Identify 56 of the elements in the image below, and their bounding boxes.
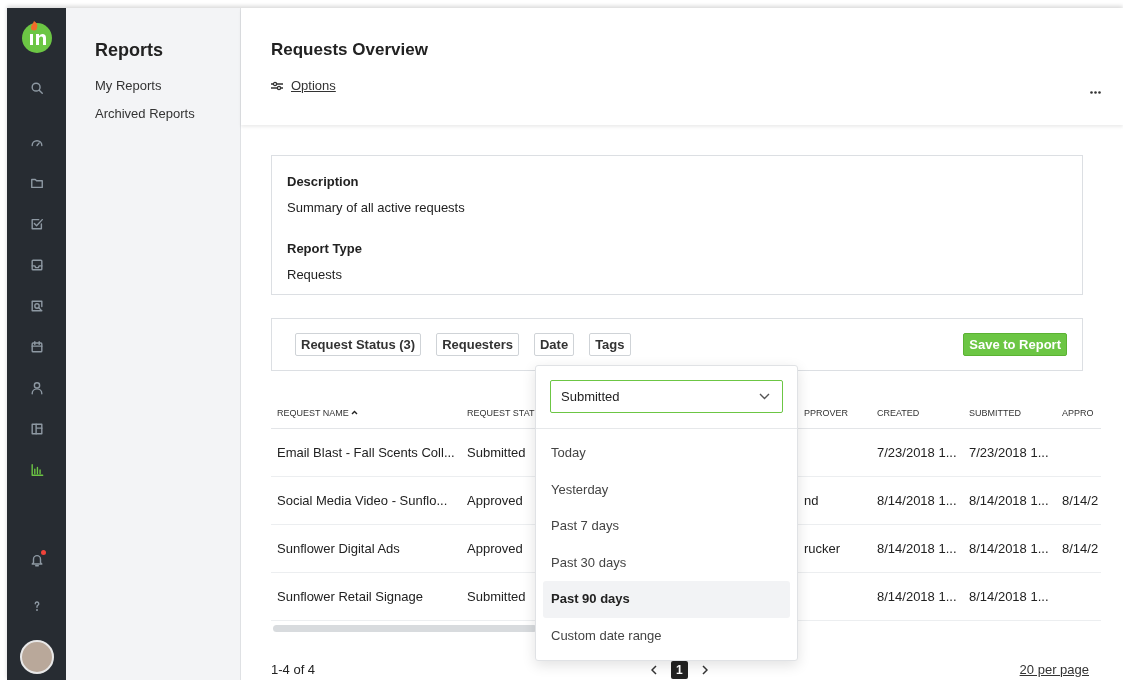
sidebar-link[interactable]: Archived Reports — [95, 104, 240, 124]
table-cell: rucker — [804, 540, 841, 556]
table-cell: 8/14/2018 1... — [969, 588, 1049, 604]
menu-option[interactable]: Yesterday — [543, 471, 790, 508]
table-cell: 8/14/2 — [1062, 540, 1099, 556]
column-header[interactable]: CREATED — [877, 407, 920, 418]
table-cell: Approved — [467, 540, 523, 556]
page-title: Requests Overview — [271, 40, 429, 61]
table-cell: 8/14/2 — [1062, 492, 1099, 508]
previous-page-icon[interactable] — [651, 664, 657, 675]
logo-icon[interactable] — [20, 20, 53, 54]
column-header[interactable]: APPRO — [1062, 407, 1094, 418]
table-cell: 7/23/2018 1... — [877, 444, 957, 460]
menu-option[interactable]: Past 30 days — [543, 544, 790, 581]
avatar[interactable] — [19, 640, 54, 674]
section-label: Description — [287, 173, 360, 191]
table-cell: 8/14/2018 1... — [877, 540, 957, 556]
table-cell: 7/23/2018 1... — [969, 444, 1049, 460]
table-cell: Email Blast - Fall Scents Coll... — [277, 444, 455, 460]
section-label: Report Type — [287, 240, 363, 258]
horizontal-scrollbar[interactable] — [273, 625, 537, 632]
sidebar-link[interactable]: My Reports — [95, 75, 240, 96]
chevron-down-icon — [759, 393, 770, 400]
column-header[interactable]: PPROVER — [804, 407, 848, 418]
table-cell: Approved — [467, 492, 523, 508]
sliders-icon[interactable] — [271, 81, 283, 92]
table-cell: 8/14/2018 1... — [969, 540, 1049, 556]
filter-chip[interactable]: Request Status (3) — [295, 332, 422, 357]
menu-option[interactable]: Past 7 days — [543, 508, 790, 545]
section-value: Summary of all active requests — [287, 198, 466, 217]
more-icon[interactable] — [1090, 91, 1101, 94]
table-cell: Submitted — [467, 444, 526, 460]
table-cell: Submitted — [467, 588, 526, 604]
filter-chip[interactable]: Date — [533, 332, 575, 357]
table-cell: Sunflower Retail Signage — [277, 588, 423, 604]
table-cell: Social Media Video - Sunflo... — [277, 492, 448, 508]
per-page-link[interactable]: 20 per page — [1019, 660, 1089, 680]
filter-chip[interactable]: Requesters — [436, 332, 519, 357]
column-header[interactable]: REQUEST STAT — [467, 407, 535, 418]
menu-option[interactable]: Custom date range — [543, 617, 790, 654]
table-cell: nd — [804, 492, 819, 508]
date-field-select[interactable]: Submitted — [550, 380, 783, 413]
column-header[interactable]: REQUEST NAME — [277, 407, 349, 418]
menu-option[interactable]: Today — [543, 435, 790, 472]
filter-chip[interactable]: Tags — [589, 332, 631, 357]
next-page-icon[interactable] — [701, 664, 708, 675]
result-count: 1-4 of 4 — [271, 661, 316, 679]
sidebar-title: Reports — [95, 40, 164, 62]
table-cell: 8/14/2018 1... — [877, 588, 957, 604]
options-link[interactable]: Options — [291, 76, 336, 96]
table-cell: Sunflower Digital Ads — [277, 540, 400, 556]
menu-option[interactable]: Past 90 days — [543, 581, 790, 618]
section-value: Requests — [287, 265, 343, 284]
column-header[interactable]: SUBMITTED — [969, 407, 1021, 418]
table-cell: 8/14/2018 1... — [969, 492, 1049, 508]
table-cell: 8/14/2018 1... — [877, 492, 957, 508]
